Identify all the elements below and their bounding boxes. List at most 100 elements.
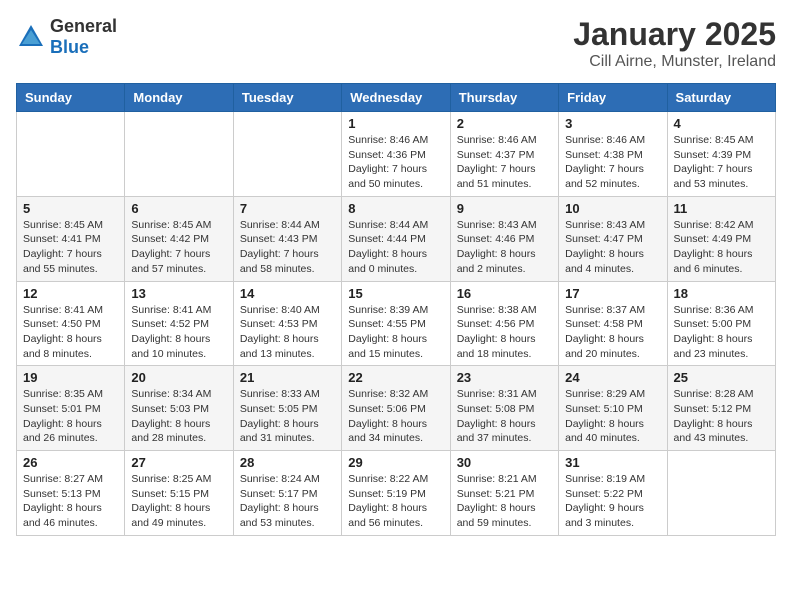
day-info: Sunrise: 8:44 AM Sunset: 4:44 PM Dayligh… <box>348 218 443 277</box>
day-number: 1 <box>348 116 443 131</box>
day-info: Sunrise: 8:46 AM Sunset: 4:37 PM Dayligh… <box>457 133 552 192</box>
header-wednesday: Wednesday <box>342 84 450 112</box>
week-row-2: 5Sunrise: 8:45 AM Sunset: 4:41 PM Daylig… <box>17 196 776 281</box>
day-info: Sunrise: 8:41 AM Sunset: 4:52 PM Dayligh… <box>131 303 226 362</box>
day-cell: 17Sunrise: 8:37 AM Sunset: 4:58 PM Dayli… <box>559 281 667 366</box>
day-cell: 31 Sunrise: 8:19 AM Sunset: 5:22 PM Dayli… <box>559 451 667 536</box>
day-info: Sunrise: 8:39 AM Sunset: 4:55 PM Dayligh… <box>348 303 443 362</box>
day-info: Sunrise: 8:29 AM Sunset: 5:10 PM Dayligh… <box>565 387 660 446</box>
day-cell <box>125 112 233 197</box>
day-info: Sunrise: 8:46 AM Sunset: 4:38 PM Dayligh… <box>565 133 660 192</box>
day-number: 24 <box>565 370 660 385</box>
day-info: Sunrise: 8:27 AM Sunset: 5:13 PM Dayligh… <box>23 472 118 531</box>
day-number: 15 <box>348 286 443 301</box>
day-number: 29 <box>348 455 443 470</box>
day-number: 20 <box>131 370 226 385</box>
day-cell: 19 Sunrise: 8:35 AM Sunset: 5:01 PM Dayli… <box>17 366 125 451</box>
header-saturday: Saturday <box>667 84 775 112</box>
day-info: Sunrise: 8:45 AM Sunset: 4:41 PM Dayligh… <box>23 218 118 277</box>
day-cell: 8Sunrise: 8:44 AM Sunset: 4:44 PM Daylig… <box>342 196 450 281</box>
logo: General Blue <box>16 16 117 58</box>
day-number: 13 <box>131 286 226 301</box>
day-cell: 23 Sunrise: 8:31 AM Sunset: 5:08 PM Dayli… <box>450 366 558 451</box>
header-thursday: Thursday <box>450 84 558 112</box>
day-cell: 12Sunrise: 8:41 AM Sunset: 4:50 PM Dayli… <box>17 281 125 366</box>
week-row-5: 26 Sunrise: 8:27 AM Sunset: 5:13 PM Dayli… <box>17 451 776 536</box>
day-cell: 11 Sunrise: 8:42 AM Sunset: 4:49 PM Dayli… <box>667 196 775 281</box>
day-cell: 10 Sunrise: 8:43 AM Sunset: 4:47 PM Dayli… <box>559 196 667 281</box>
day-cell: 16Sunrise: 8:38 AM Sunset: 4:56 PM Dayli… <box>450 281 558 366</box>
day-number: 11 <box>674 201 769 216</box>
day-number: 7 <box>240 201 335 216</box>
day-number: 27 <box>131 455 226 470</box>
day-number: 14 <box>240 286 335 301</box>
logo-icon <box>16 22 46 52</box>
day-info: Sunrise: 8:19 AM Sunset: 5:22 PM Dayligh… <box>565 472 660 531</box>
week-row-3: 12Sunrise: 8:41 AM Sunset: 4:50 PM Dayli… <box>17 281 776 366</box>
day-info: Sunrise: 8:28 AM Sunset: 5:12 PM Dayligh… <box>674 387 769 446</box>
day-cell: 20 Sunrise: 8:34 AM Sunset: 5:03 PM Dayli… <box>125 366 233 451</box>
day-number: 30 <box>457 455 552 470</box>
title-block: January 2025 Cill Airne, Munster, Irelan… <box>573 16 776 71</box>
day-number: 2 <box>457 116 552 131</box>
day-cell <box>17 112 125 197</box>
day-cell: 13 Sunrise: 8:41 AM Sunset: 4:52 PM Dayli… <box>125 281 233 366</box>
day-cell: 1Sunrise: 8:46 AM Sunset: 4:36 PM Daylig… <box>342 112 450 197</box>
header-monday: Monday <box>125 84 233 112</box>
day-info: Sunrise: 8:21 AM Sunset: 5:21 PM Dayligh… <box>457 472 552 531</box>
header-row: SundayMondayTuesdayWednesdayThursdayFrid… <box>17 84 776 112</box>
day-cell: 4Sunrise: 8:45 AM Sunset: 4:39 PM Daylig… <box>667 112 775 197</box>
day-number: 10 <box>565 201 660 216</box>
day-cell <box>667 451 775 536</box>
day-number: 25 <box>674 370 769 385</box>
logo-general: General <box>50 16 117 36</box>
day-cell: 15 Sunrise: 8:39 AM Sunset: 4:55 PM Dayli… <box>342 281 450 366</box>
day-info: Sunrise: 8:34 AM Sunset: 5:03 PM Dayligh… <box>131 387 226 446</box>
subtitle: Cill Airne, Munster, Ireland <box>573 53 776 71</box>
day-number: 17 <box>565 286 660 301</box>
day-info: Sunrise: 8:31 AM Sunset: 5:08 PM Dayligh… <box>457 387 552 446</box>
day-cell <box>233 112 341 197</box>
day-number: 12 <box>23 286 118 301</box>
day-number: 6 <box>131 201 226 216</box>
day-info: Sunrise: 8:25 AM Sunset: 5:15 PM Dayligh… <box>131 472 226 531</box>
day-number: 16 <box>457 286 552 301</box>
day-cell: 28 Sunrise: 8:24 AM Sunset: 5:17 PM Dayli… <box>233 451 341 536</box>
day-number: 18 <box>674 286 769 301</box>
day-info: Sunrise: 8:42 AM Sunset: 4:49 PM Dayligh… <box>674 218 769 277</box>
day-cell: 26 Sunrise: 8:27 AM Sunset: 5:13 PM Dayli… <box>17 451 125 536</box>
day-cell: 25 Sunrise: 8:28 AM Sunset: 5:12 PM Dayli… <box>667 366 775 451</box>
day-number: 23 <box>457 370 552 385</box>
day-cell: 6Sunrise: 8:45 AM Sunset: 4:42 PM Daylig… <box>125 196 233 281</box>
day-cell: 29Sunrise: 8:22 AM Sunset: 5:19 PM Dayli… <box>342 451 450 536</box>
day-number: 19 <box>23 370 118 385</box>
day-info: Sunrise: 8:32 AM Sunset: 5:06 PM Dayligh… <box>348 387 443 446</box>
day-number: 21 <box>240 370 335 385</box>
day-cell: 24 Sunrise: 8:29 AM Sunset: 5:10 PM Dayli… <box>559 366 667 451</box>
day-number: 31 <box>565 455 660 470</box>
day-cell: 14 Sunrise: 8:40 AM Sunset: 4:53 PM Dayli… <box>233 281 341 366</box>
day-info: Sunrise: 8:35 AM Sunset: 5:01 PM Dayligh… <box>23 387 118 446</box>
logo-text: General Blue <box>50 16 117 58</box>
day-info: Sunrise: 8:43 AM Sunset: 4:46 PM Dayligh… <box>457 218 552 277</box>
logo-blue: Blue <box>50 37 89 57</box>
day-number: 26 <box>23 455 118 470</box>
day-cell: 7 Sunrise: 8:44 AM Sunset: 4:43 PM Daylig… <box>233 196 341 281</box>
day-number: 22 <box>348 370 443 385</box>
day-cell: 30 Sunrise: 8:21 AM Sunset: 5:21 PM Dayli… <box>450 451 558 536</box>
day-number: 3 <box>565 116 660 131</box>
day-info: Sunrise: 8:24 AM Sunset: 5:17 PM Dayligh… <box>240 472 335 531</box>
page-header: General Blue January 2025 Cill Airne, Mu… <box>16 16 776 71</box>
day-cell: 27 Sunrise: 8:25 AM Sunset: 5:15 PM Dayli… <box>125 451 233 536</box>
calendar-table: SundayMondayTuesdayWednesdayThursdayFrid… <box>16 83 776 536</box>
day-info: Sunrise: 8:43 AM Sunset: 4:47 PM Dayligh… <box>565 218 660 277</box>
day-cell: 9Sunrise: 8:43 AM Sunset: 4:46 PM Daylig… <box>450 196 558 281</box>
day-info: Sunrise: 8:40 AM Sunset: 4:53 PM Dayligh… <box>240 303 335 362</box>
day-info: Sunrise: 8:44 AM Sunset: 4:43 PM Dayligh… <box>240 218 335 277</box>
week-row-1: 1Sunrise: 8:46 AM Sunset: 4:36 PM Daylig… <box>17 112 776 197</box>
day-info: Sunrise: 8:36 AM Sunset: 5:00 PM Dayligh… <box>674 303 769 362</box>
header-friday: Friday <box>559 84 667 112</box>
day-number: 28 <box>240 455 335 470</box>
header-sunday: Sunday <box>17 84 125 112</box>
day-cell: 3 Sunrise: 8:46 AM Sunset: 4:38 PM Daylig… <box>559 112 667 197</box>
